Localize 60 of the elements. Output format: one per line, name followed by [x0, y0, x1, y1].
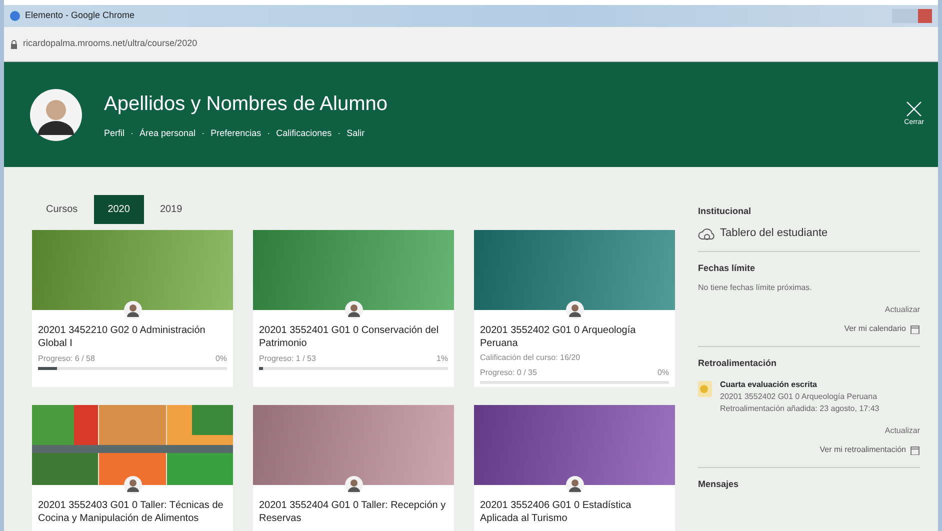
- window-controls-drawing[interactable]: [892, 9, 932, 23]
- progress-percent: 0%: [657, 367, 669, 379]
- dashboard-link[interactable]: Tablero del estudiante: [698, 224, 920, 241]
- view-link[interactable]: Ver mi retroalimentación: [820, 444, 920, 456]
- separator: ·: [202, 126, 205, 140]
- avatar-icon: [124, 476, 142, 494]
- empty-message: No tiene fechas límite próximas.: [698, 282, 813, 294]
- calendar-icon: [910, 324, 920, 334]
- tab[interactable]: Cursos: [32, 195, 92, 224]
- course-title[interactable]: 20201 3552406 G01 0 Estadística Aplicada al Turismo: [480, 500, 669, 525]
- section-heading: Mensajes: [698, 478, 740, 491]
- separator: ·: [267, 126, 270, 140]
- progress-label: Progreso: 6 / 58: [38, 353, 95, 365]
- progress-percent: 0%: [215, 353, 227, 365]
- profile-name: Apellidos y Nombres de Alumno: [104, 92, 388, 117]
- course-banner[interactable]: [474, 230, 675, 310]
- tab[interactable]: 2019: [146, 195, 196, 224]
- progress-label: Progreso: 1 / 53: [259, 353, 316, 365]
- nav-link[interactable]: Área personal: [140, 126, 196, 140]
- avatar-icon: [566, 476, 584, 494]
- progress-percent: 1%: [436, 353, 448, 365]
- update-link[interactable]: Actualizar: [884, 304, 920, 314]
- feedback-title[interactable]: Cuarta evaluación escrita: [720, 378, 880, 390]
- view-link[interactable]: Ver mi calendario: [844, 322, 920, 334]
- course-banner[interactable]: [253, 230, 454, 310]
- section-heading: Fechas límite: [698, 262, 756, 275]
- lock-icon: [10, 40, 18, 48]
- address-field[interactable]: ricardopalma.mrooms.net/ultra/course/2020: [23, 37, 198, 51]
- feedback-course: 20201 3552402 G01 0 Arqueología Peruana: [720, 390, 878, 402]
- feedback-date: Retroalimentación añadida: 23 agosto, 17:43: [720, 402, 880, 414]
- course-banner[interactable]: [253, 405, 454, 485]
- tab[interactable]: 2020: [94, 195, 144, 224]
- course-banner[interactable]: [474, 405, 675, 485]
- browser-icon: [10, 11, 20, 21]
- progress-label: Progreso: 0 / 35: [480, 367, 537, 379]
- close-icon: [905, 100, 924, 118]
- window-title: Elemento - Google Chrome: [25, 9, 135, 22]
- course-grade: Calificación del curso: 16/20: [480, 352, 582, 364]
- update-link[interactable]: Actualizar: [884, 426, 920, 434]
- course-title[interactable]: 20201 3552401 G01 0 Conservación del Patrimonio: [259, 325, 448, 350]
- course-title[interactable]: 20201 3552404 G01 0 Taller: Recepción y Reservas: [259, 500, 448, 525]
- separator: ·: [338, 126, 341, 140]
- avatar-icon: [344, 476, 362, 494]
- nav-link[interactable]: Preferencias: [210, 126, 262, 140]
- separator: ·: [130, 126, 134, 140]
- course-title[interactable]: 20201 3552403 G01 0 Taller: Técnicas de Cocina y Manipulación de Alimentos: [38, 500, 227, 525]
- course-title[interactable]: 20201 3452210 G02 0 Administración Global I: [38, 325, 227, 350]
- course-banner[interactable]: [32, 230, 233, 310]
- nav-link[interactable]: Perfil: [104, 126, 125, 140]
- cloud-icon: [698, 226, 716, 240]
- nav-link[interactable]: Salir: [346, 126, 365, 140]
- nav-link[interactable]: Calificaciones: [276, 126, 332, 140]
- course-title[interactable]: 20201 3552402 G01 0 Arqueología Peruana: [480, 325, 669, 350]
- avatar-icon: [124, 301, 142, 319]
- avatar-icon[interactable]: [30, 88, 82, 140]
- section-heading: Institucional: [698, 205, 752, 218]
- avatar-icon: [566, 301, 584, 319]
- avatar-icon: [344, 301, 362, 319]
- section-heading: Retroalimentación: [698, 357, 778, 370]
- calendar-icon: [910, 444, 920, 454]
